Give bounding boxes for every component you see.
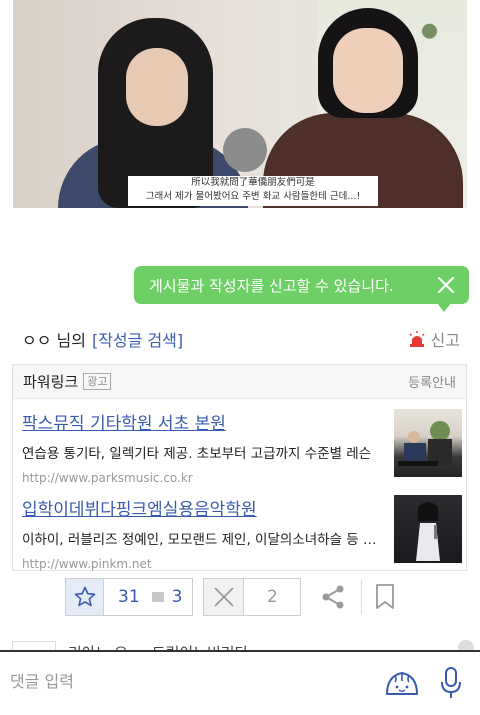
report-toast: 게시물과 작성자를 신고할 수 있습니다. (134, 266, 469, 312)
x-icon (214, 587, 234, 607)
comment-count: 3 (171, 587, 183, 607)
recommend-count: 31 (118, 587, 140, 607)
comment-count-button[interactable]: 3 (151, 587, 193, 607)
ad-description: 이하이, 러블리즈 정예인, 모모랜드 제인, 이달의소녀하슬 등 배출 (22, 532, 382, 548)
powerlink-title: 파워링크 (23, 373, 79, 391)
recommend-box: 31 3 (65, 578, 194, 616)
post-actions: 31 3 2 (65, 578, 396, 616)
powerlink-box: 파워링크 광고 등록안내 팍스뮤직 기타학원 서초 본원 연습용 통기타, 일렉… (12, 364, 467, 571)
not-recommend-box: 2 (203, 578, 302, 616)
not-recommend-count: 2 (267, 587, 278, 607)
ad-badge: 광고 (83, 373, 112, 390)
not-recommend-button[interactable] (204, 579, 245, 615)
powerlink-register-link[interactable]: 등록안내 (408, 372, 456, 391)
siren-icon (409, 331, 425, 347)
author-search-link[interactable]: [작성글 검색] (92, 327, 183, 351)
toast-tail (437, 303, 451, 312)
comment-icon (151, 592, 164, 602)
report-button[interactable]: 신고 (408, 327, 460, 351)
subtitle-line-2: 그래서 제가 물어봤어요 주변 화교 사람들한테 근데...! (145, 191, 361, 202)
microphone-icon[interactable] (438, 666, 464, 700)
toast-message: 게시물과 작성자를 신고할 수 있습니다. (149, 276, 394, 295)
ad-item[interactable]: 입학이데뷔다핑크엠실용음악학원 이하이, 러블리즈 정예인, 모모랜드 제인, … (22, 495, 462, 575)
dumpling-emoji-icon[interactable] (384, 668, 420, 700)
video-frame[interactable]: 所以我就問了華僑朋友們可是 그래서 제가 물어봤어요 주변 화교 사람들한테 근… (13, 0, 467, 208)
star-icon (74, 586, 95, 607)
bookmark-icon[interactable] (374, 583, 396, 611)
video-player[interactable]: 所以我就問了華僑朋友們可是 그래서 제가 물어봤어요 주변 화교 사람들한테 근… (0, 0, 480, 210)
close-icon[interactable] (435, 274, 457, 296)
recommend-button[interactable] (66, 579, 104, 615)
comment-input[interactable] (10, 672, 310, 691)
ad-description: 연습용 통기타, 일렉기타 제공. 초보부터 고급까지 수준별 레슨 (22, 446, 372, 462)
microphone-icon (223, 128, 267, 172)
subtitle-line-1: 所以我就問了華僑朋友們可是 (191, 177, 315, 188)
comment-bar (0, 650, 480, 715)
report-label: 신고 (430, 331, 460, 350)
author-row: ㅇㅇ 님의 [작성글 검색] 신고 (22, 327, 460, 351)
ad-item[interactable]: 팍스뮤직 기타학원 서초 본원 연습용 통기타, 일렉기타 제공. 초보부터 고… (22, 409, 462, 489)
powerlink-header: 파워링크 광고 등록안내 (13, 365, 466, 399)
ad-thumbnail[interactable] (394, 495, 462, 563)
share-icon[interactable] (319, 583, 347, 611)
video-subtitle: 所以我就問了華僑朋友們可是 그래서 제가 물어봤어요 주변 화교 사람들한테 근… (128, 176, 378, 206)
action-divider (361, 580, 363, 614)
ad-thumbnail[interactable] (394, 409, 462, 477)
author-name: ㅇㅇ 님의 (22, 331, 86, 350)
